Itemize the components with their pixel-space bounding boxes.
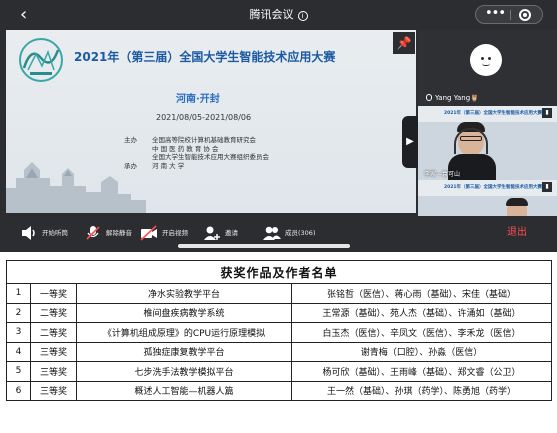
row-number: 6 [6, 380, 31, 401]
award-level: 三等奖 [30, 361, 77, 382]
start-video-button[interactable]: 开启视频 [140, 223, 196, 243]
authors: 白玉杰（医信）、辛凤文（医信）、李禾龙（医信） [290, 322, 553, 343]
info-icon[interactable]: i [297, 11, 308, 21]
participant-name: 李家—袁可山 [424, 171, 461, 178]
row-number: 4 [6, 341, 31, 362]
table-row: 6 三等奖 概述人工智能—机器人篇 王一然（基础）、孙琪（药学）、陈勇旭（药学） [6, 380, 553, 401]
table-row: 1 一等奖 净水实验教学平台 张铭哲（医信）、蒋心雨（基础）、宋佳（基础） [6, 283, 553, 304]
collapse-arrow-icon[interactable]: ▶ [402, 116, 418, 168]
row-number: 3 [6, 322, 31, 343]
award-level: 三等奖 [30, 380, 77, 401]
slide-title: 2021年（第三届）全国大学生智能技术应用大赛 [74, 50, 336, 64]
row-number: 5 [6, 361, 31, 382]
organizer-name: 全国大学生智能技术应用大赛组织委员会 [152, 153, 269, 161]
person-hair [506, 198, 528, 206]
avatar-eye [488, 57, 491, 60]
organizer-name: 河 南 大 学 [152, 161, 185, 170]
participant-name: Yang Yang🦉 [426, 94, 479, 102]
avatar [470, 44, 502, 76]
avatar-eye [481, 57, 484, 60]
authors: 王常源（基础）、苑人杰（基础）、许涌如（基础） [290, 302, 553, 323]
work-title: 孤独症康复教学平台 [76, 341, 292, 362]
organizer-name: 中 国 医 药 教 育 协 会 [152, 144, 219, 153]
table-row: 5 三等奖 七步洗手法教学模拟平台 杨可欣（基础）、王雨峰（基础）、郑文睿（公卫… [6, 361, 553, 382]
row-number: 2 [6, 302, 31, 323]
members-icon [263, 226, 281, 240]
speaker-icon [22, 226, 35, 240]
more-icon[interactable]: ••• [482, 6, 508, 22]
start-video-label: 开启视频 [162, 229, 188, 237]
work-title: 《计算机组成原理》的CPU运行原理模拟 [76, 322, 292, 343]
work-title: 净水实验教学平台 [76, 283, 292, 304]
award-table: 获奖作品及作者名单 1 一等奖 净水实验教学平台 张铭哲（医信）、蒋心雨（基础）… [5, 260, 553, 401]
avatar-mouth [482, 63, 490, 66]
mic-muted-icon [86, 226, 100, 240]
organizer-row: 主办 全国高等院校计算机基础教育研究会 [124, 136, 269, 145]
award-level: 一等奖 [30, 283, 77, 304]
unmute-label: 解除静音 [106, 229, 132, 237]
invite-icon [204, 226, 220, 240]
contest-logo [19, 38, 63, 82]
authors: 谢青梅（口腔）、孙淼（医信） [290, 341, 553, 362]
speaker-button[interactable]: 开始听筒 [20, 223, 76, 243]
work-title: 七步洗手法教学模拟平台 [76, 361, 292, 382]
shared-screen-slide: 2021年（第三届）全国大学生智能技术应用大赛 河南·开封 2021/08/05… [6, 30, 416, 213]
camera-off-icon [140, 225, 157, 241]
authors: 杨可欣（基础）、王雨峰（基础）、郑文睿（公卫） [290, 361, 553, 382]
authors: 王一然（基础）、孙琪（药学）、陈勇旭（药学） [290, 380, 553, 401]
participant-tile[interactable]: 2021年（第三届）全国大学生智能技术应用大赛 ▮ [418, 180, 557, 216]
city-skyline-illustration [6, 162, 146, 213]
tile-slide-title: 2021年（第三届）全国大学生智能技术应用大赛 [444, 111, 543, 116]
meeting-screen: ‹ 腾讯会议 i ••• 2021年（第三届）全国大学生智能技术应用大赛 河南·开… [0, 0, 557, 252]
invite-label: 邀请 [225, 229, 238, 237]
organizer-name: 全国高等院校计算机基础教育研究会 [152, 136, 256, 144]
participant-name-text: Yang Yang [435, 94, 471, 102]
table-row: 4 三等奖 孤独症康复教学平台 谢青梅（口腔）、孙淼（医信） [6, 341, 553, 362]
headset [454, 128, 488, 154]
participant-tile[interactable]: Yang Yang🦉 [418, 30, 557, 106]
award-level: 二等奖 [30, 302, 77, 323]
participant-name-suffix: 🦉 [470, 94, 479, 102]
invite-button[interactable]: 邀请 [203, 223, 243, 243]
table-row: 3 二等奖 《计算机组成原理》的CPU运行原理模拟 白玉杰（医信）、辛凤文（医信… [6, 322, 553, 343]
home-indicator[interactable] [178, 244, 350, 248]
participant-tile[interactable]: 2021年（第三届）全国大学生智能技术应用大赛 ▮ 李家—袁可山 [418, 106, 557, 180]
record-icon[interactable] [519, 9, 531, 21]
pin-icon[interactable]: ▮ [542, 108, 552, 118]
row-number: 1 [6, 283, 31, 304]
members-label: 成员(306) [285, 229, 316, 237]
pin-icon[interactable]: 📌 [393, 32, 415, 54]
unmute-button[interactable]: 解除静音 [84, 223, 140, 243]
leave-meeting-button[interactable]: 退出 [497, 223, 537, 243]
mini-program-capsule: ••• [475, 5, 543, 24]
work-title: 概述人工智能—机器人篇 [76, 380, 292, 401]
organizer-role: 主办 [124, 136, 137, 144]
capsule-divider [510, 10, 511, 20]
slide-dates: 2021/08/05-2021/08/06 [156, 113, 252, 122]
award-level: 三等奖 [30, 341, 77, 362]
slide-location: 河南·开封 [176, 94, 220, 105]
table-row: 2 二等奖 椎间盘疾病教学系统 王常源（基础）、苑人杰（基础）、许涌如（基础） [6, 302, 553, 323]
meeting-title[interactable]: 腾讯会议 i [0, 0, 557, 30]
award-level: 二等奖 [30, 322, 77, 343]
tile-slide-title: 2021年（第三届）全国大学生智能技术应用大赛 [444, 185, 543, 190]
meeting-title-text: 腾讯会议 [249, 8, 294, 21]
speaker-label: 开始听筒 [42, 229, 68, 237]
pin-icon[interactable]: ▮ [542, 182, 552, 192]
authors: 张铭哲（医信）、蒋心雨（基础）、宋佳（基础） [290, 283, 553, 304]
table-caption-row: 获奖作品及作者名单 [5, 260, 553, 284]
top-bar: ‹ 腾讯会议 i ••• [0, 0, 557, 30]
members-button[interactable]: 成员(306) [263, 223, 323, 243]
table-caption: 获奖作品及作者名单 [5, 260, 553, 284]
participant-video [498, 194, 538, 216]
work-title: 椎间盘疾病教学系统 [76, 302, 292, 323]
mic-icon [426, 94, 432, 101]
